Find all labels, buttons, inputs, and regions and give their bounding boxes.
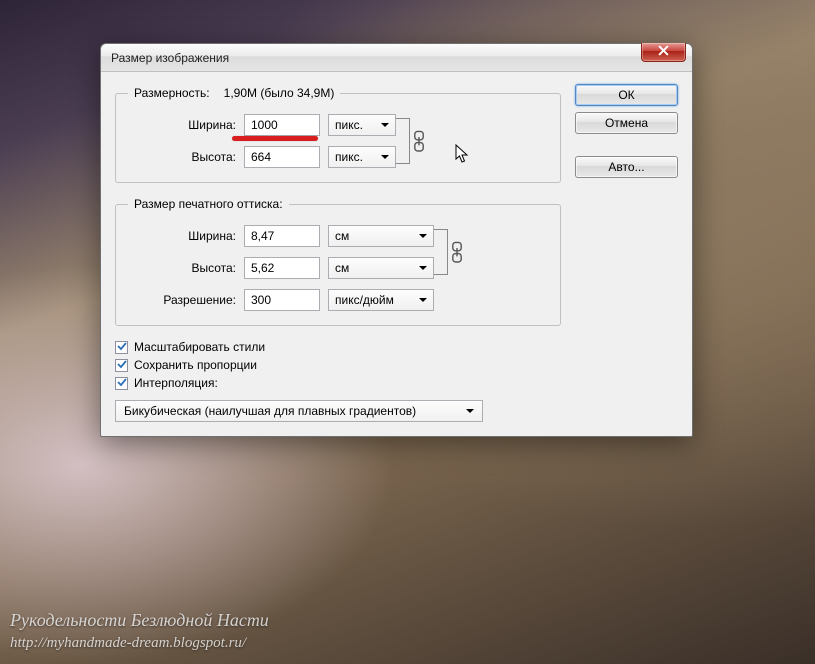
pixel-legend: Размерность: 1,90M (было 34,9M) [128, 86, 340, 100]
print-width-input[interactable] [244, 225, 320, 247]
interpolation-method-value: Бикубическая (наилучшая для плавных град… [124, 404, 416, 418]
print-width-label: Ширина: [128, 229, 236, 243]
watermark-line2: http://myhandmade-dream.blogspot.ru/ [10, 633, 269, 654]
interpolation-method-select[interactable]: Бикубическая (наилучшая для плавных град… [115, 400, 483, 422]
close-button[interactable] [641, 43, 686, 62]
watermark: Рукодельности Безлюдной Насти http://myh… [10, 608, 269, 654]
scale-styles-checkbox[interactable] [115, 341, 128, 354]
pixel-width-input[interactable] [244, 114, 320, 136]
auto-button[interactable]: Авто... [575, 156, 678, 178]
pixel-dimensions-group: Размерность: 1,90M (было 34,9M) Ширина: … [115, 86, 561, 183]
resolution-input[interactable] [244, 289, 320, 311]
pixel-legend-label: Размерность: [134, 86, 210, 100]
ok-button[interactable]: ОК [575, 84, 678, 106]
titlebar[interactable]: Размер изображения [101, 44, 692, 72]
constrain-proportions-checkbox[interactable] [115, 359, 128, 372]
watermark-line1: Рукодельности Безлюдной Насти [10, 608, 269, 633]
options-checks: Масштабировать стили Сохранить пропорции… [115, 340, 561, 390]
red-underline-annotation [232, 136, 318, 141]
cancel-button[interactable]: Отмена [575, 112, 678, 134]
print-height-label: Высота: [128, 261, 236, 275]
image-size-dialog: Размер изображения Размерность: 1,90M (б… [100, 43, 693, 437]
pixel-link-bracket [396, 118, 410, 164]
pixel-width-label: Ширина: [128, 118, 236, 132]
pixel-width-unit-select[interactable]: пикс. [328, 114, 396, 136]
print-size-group: Размер печатного оттиска: Ширина: см Выс… [115, 197, 561, 326]
print-link-bracket [434, 229, 448, 275]
print-legend: Размер печатного оттиска: [128, 197, 289, 211]
pixel-height-label: Высота: [128, 150, 236, 164]
scale-styles-label: Масштабировать стили [134, 340, 265, 354]
close-icon [658, 45, 669, 59]
interpolation-checkbox[interactable] [115, 377, 128, 390]
pixel-height-input[interactable] [244, 146, 320, 168]
cursor-arrow-icon [455, 144, 471, 169]
checkmark-icon [117, 340, 127, 354]
checkmark-icon [117, 358, 127, 372]
chain-link-icon [450, 243, 464, 261]
print-height-input[interactable] [244, 257, 320, 279]
resolution-label: Разрешение: [128, 293, 236, 307]
interpolation-label: Интерполяция: [134, 376, 218, 390]
pixel-legend-stats: 1,90M (было 34,9M) [224, 86, 335, 100]
dialog-title: Размер изображения [111, 51, 229, 65]
checkmark-icon [117, 376, 127, 390]
resolution-unit-select[interactable]: пикс/дюйм [328, 289, 434, 311]
constrain-proportions-label: Сохранить пропорции [134, 358, 257, 372]
print-width-unit-select[interactable]: см [328, 225, 434, 247]
print-height-unit-select[interactable]: см [328, 257, 434, 279]
pixel-height-unit-select[interactable]: пикс. [328, 146, 396, 168]
chain-link-icon [412, 132, 426, 150]
